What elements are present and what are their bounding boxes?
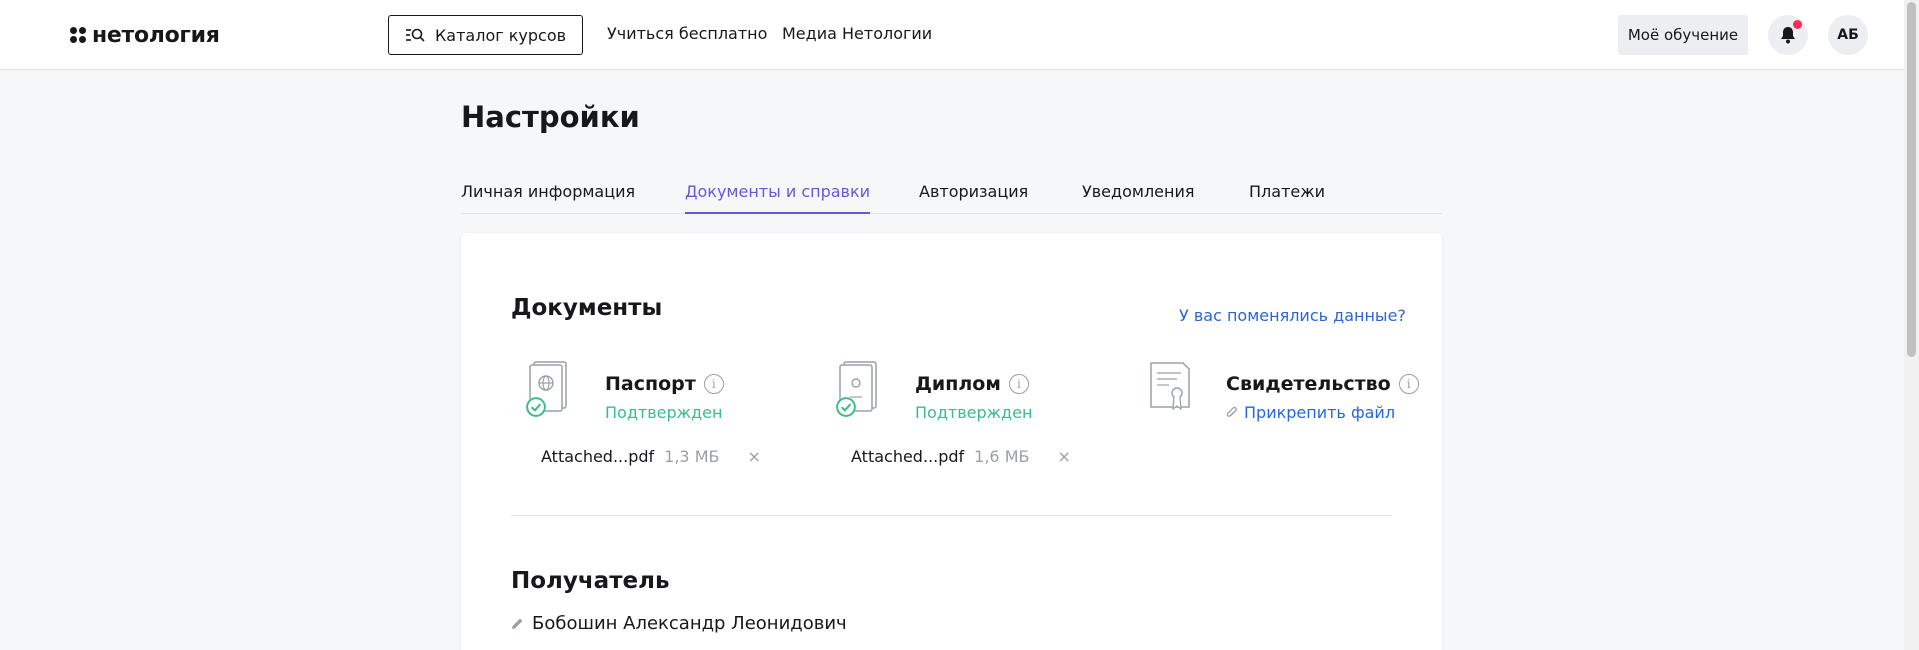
doc-certificate: Свидетельство i Прикрепить файл [1147,361,1419,481]
diploma-file: Attached...pdf 1,6 МБ × [851,447,1071,466]
diploma-file-size: 1,6 МБ [974,447,1030,466]
logo-icon [70,27,86,43]
diploma-verified-icon [836,397,856,417]
documents-card: Документы У вас поменялись данные? Паспо… [461,233,1442,650]
certificate-attach-label: Прикрепить файл [1244,403,1396,422]
passport-status: Подтвержден [605,403,723,422]
page-scrollbar[interactable] [1904,0,1919,650]
pencil-icon[interactable] [511,617,524,630]
tab-documents[interactable]: Документы и справки [685,182,871,214]
data-changed-link[interactable]: У вас поменялись данные? [1179,306,1406,325]
certificate-icon [1150,362,1190,411]
top-header: нетология Каталог курсов Учиться бесплат… [0,0,1904,70]
recipient-name-row[interactable]: Бобошин Александр Леонидович [511,613,847,634]
diploma-title: Диплом [915,373,1001,395]
certificate-title-row: Свидетельство i [1226,373,1419,395]
certificate-attach-link[interactable]: Прикрепить файл [1226,403,1395,422]
passport-remove-icon[interactable]: × [747,447,760,466]
page-title: Настройки [461,100,640,134]
passport-file-name[interactable]: Attached...pdf [541,447,654,466]
tab-authorization[interactable]: Авторизация [919,182,1028,214]
scrollbar-thumb[interactable] [1907,2,1916,357]
diploma-status: Подтвержден [915,403,1033,422]
documents-title: Документы [511,295,663,321]
notification-dot [1793,20,1802,29]
diploma-info-icon[interactable]: i [1008,374,1029,394]
my-learning-button[interactable]: Моё обучение [1618,15,1748,55]
catalog-label: Каталог курсов [434,25,567,45]
catalog-button[interactable]: Каталог курсов [388,15,583,55]
tab-notifications[interactable]: Уведомления [1082,182,1195,214]
avatar[interactable]: АБ [1828,15,1868,55]
section-divider [511,515,1392,516]
catalog-search-icon [405,28,425,42]
passport-title: Паспорт [605,373,696,395]
diploma-remove-icon[interactable]: × [1057,447,1070,466]
passport-title-row: Паспорт i [605,373,724,395]
passport-verified-icon [526,397,546,417]
nav-media[interactable]: Медиа Нетологии [782,24,932,43]
passport-file: Attached...pdf 1,3 МБ × [541,447,761,466]
tab-payments[interactable]: Платежи [1249,182,1325,214]
doc-passport: Паспорт i Подтвержден Attached...pdf 1,3… [526,361,786,481]
passport-info-icon[interactable]: i [703,374,724,394]
recipient-name: Бобошин Александр Леонидович [532,613,847,634]
notifications-button[interactable] [1768,15,1808,55]
passport-file-size: 1,3 МБ [664,447,720,466]
doc-diploma: Диплом i Подтвержден Attached...pdf 1,6 … [836,361,1096,481]
logo[interactable]: нетология [70,22,220,48]
bell-icon [1781,27,1795,44]
diploma-title-row: Диплом i [915,373,1029,395]
recipient-title: Получатель [511,568,670,594]
tab-personal-info[interactable]: Личная информация [461,182,635,214]
certificate-info-icon[interactable]: i [1398,374,1419,394]
certificate-title: Свидетельство [1226,373,1391,395]
diploma-file-name[interactable]: Attached...pdf [851,447,964,466]
nav-learn-free[interactable]: Учиться бесплатно [607,24,767,43]
paperclip-icon [1226,406,1237,417]
logo-text: нетология [92,22,220,48]
settings-tabs: Личная информация Документы и справки Ав… [461,170,1442,214]
